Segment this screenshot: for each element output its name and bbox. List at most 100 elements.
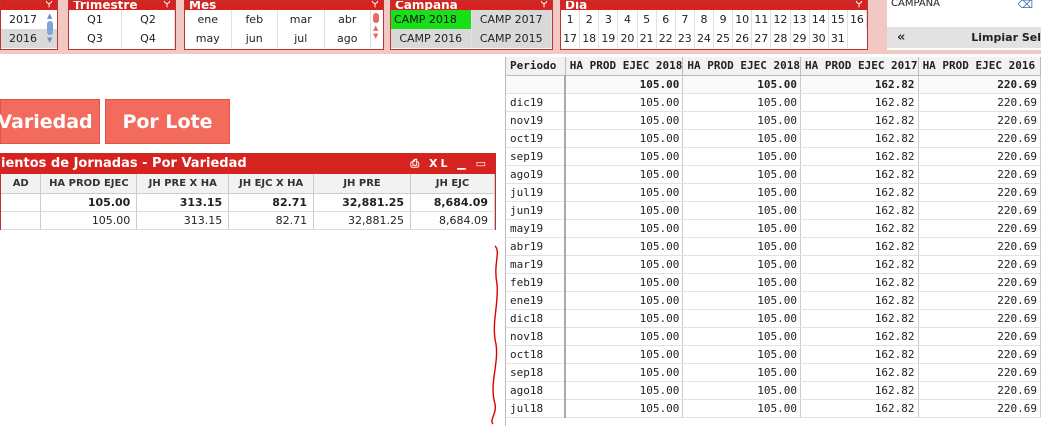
trimestre-option[interactable]: Q2 bbox=[122, 10, 175, 29]
clear-selection-label: Limpiar Sel bbox=[971, 31, 1041, 44]
table-cell: 105.00 bbox=[565, 201, 684, 220]
column-header[interactable]: JH EJC X HA bbox=[228, 174, 315, 194]
por-lote-button[interactable]: Por Lote bbox=[105, 99, 230, 144]
search-icon[interactable]: ⚲ bbox=[540, 1, 548, 8]
total-row: 105.00 105.00 162.82 220.69 bbox=[506, 75, 1041, 94]
dia-option[interactable]: 4 bbox=[618, 10, 638, 29]
dia-option[interactable]: 12 bbox=[771, 10, 791, 29]
dia-option[interactable]: 22 bbox=[657, 29, 676, 48]
mes-option[interactable]: ago bbox=[325, 29, 371, 48]
dia-option[interactable]: 20 bbox=[618, 29, 638, 48]
mes-option[interactable]: jul bbox=[278, 29, 325, 48]
year-scrollbar[interactable]: ▲ ▼ bbox=[47, 12, 53, 48]
dia-option[interactable]: 26 bbox=[733, 29, 753, 48]
dia-option[interactable]: 30 bbox=[810, 29, 829, 48]
table-cell: 220.69 bbox=[918, 75, 1041, 94]
search-icon[interactable]: ⚲ bbox=[163, 1, 171, 8]
column-header[interactable]: AD bbox=[1, 174, 42, 194]
periodo-cell: oct18 bbox=[506, 345, 567, 364]
column-header[interactable]: Periodo bbox=[506, 57, 566, 76]
table-cell: 220.69 bbox=[918, 165, 1041, 184]
dia-option[interactable]: 27 bbox=[752, 29, 772, 48]
periodo-table-panel: Periodo HA PROD EJEC 2018 HA PROD EJEC 201… bbox=[505, 57, 1041, 426]
mes-option[interactable]: mar bbox=[278, 10, 325, 29]
trimestre-option[interactable]: Q3 bbox=[69, 29, 122, 48]
panel-controls[interactable]: ⎙ XL ▁ ▭ bbox=[410, 154, 489, 174]
scroll-thumb[interactable] bbox=[373, 13, 379, 23]
campana-title: Campaña bbox=[395, 1, 458, 10]
dia-option[interactable]: 21 bbox=[638, 29, 657, 48]
campana-option[interactable]: CAMP 2016 bbox=[391, 29, 472, 48]
scroll-thumb[interactable] bbox=[47, 21, 53, 35]
mes-option[interactable]: jun bbox=[232, 29, 278, 48]
dia-option[interactable]: 28 bbox=[771, 29, 791, 48]
dia-option[interactable]: 3 bbox=[599, 10, 619, 29]
dia-option[interactable]: 2 bbox=[580, 10, 600, 29]
dia-option[interactable]: 13 bbox=[791, 10, 810, 29]
column-header[interactable]: HA PROD EJEC 2017 bbox=[800, 57, 919, 76]
table-cell: 105.00 bbox=[565, 237, 684, 256]
mes-option[interactable]: ene bbox=[185, 10, 232, 29]
table-cell bbox=[1, 211, 42, 230]
search-icon[interactable]: ⚲ bbox=[855, 1, 863, 8]
dia-option[interactable]: 31 bbox=[829, 29, 848, 48]
campana-option[interactable]: CAMP 2017 bbox=[471, 10, 552, 29]
scroll-up-icon[interactable]: ▲ bbox=[47, 12, 53, 20]
trimestre-option[interactable]: Q1 bbox=[69, 10, 122, 29]
mes-scrollbar[interactable]: ▲ ▼ bbox=[373, 12, 379, 48]
column-header[interactable]: HA PROD EJEC 2018 bbox=[682, 57, 801, 76]
search-icon[interactable]: ⚲ bbox=[45, 1, 53, 8]
campana-filter: Campaña ⚲ CAMP 2018 CAMP 2017 CAMP 2016 CAMP… bbox=[390, 0, 553, 50]
dia-option[interactable]: 9 bbox=[714, 10, 734, 29]
dia-option[interactable]: 6 bbox=[657, 10, 676, 29]
dia-option[interactable]: 19 bbox=[599, 29, 619, 48]
column-header[interactable]: HA PROD EJEC 2018 bbox=[565, 57, 684, 76]
dia-option[interactable]: 1 bbox=[561, 10, 581, 29]
mes-option[interactable]: feb bbox=[232, 10, 278, 29]
column-header[interactable]: JH PRE bbox=[313, 174, 412, 194]
dia-option[interactable]: 15 bbox=[829, 10, 848, 29]
dia-option[interactable]: 10 bbox=[733, 10, 753, 29]
clear-selection-button[interactable]: « Limpiar Sel bbox=[887, 27, 1041, 48]
campana-option[interactable]: CAMP 2018 bbox=[391, 10, 472, 29]
dia-option[interactable]: 29 bbox=[791, 29, 810, 48]
table-cell: 105.00 bbox=[565, 273, 684, 292]
dia-option[interactable]: 24 bbox=[695, 29, 714, 48]
mes-option[interactable]: may bbox=[185, 29, 232, 48]
trimestre-filter-header: Trimestre ⚲ bbox=[69, 1, 175, 10]
dia-option[interactable]: 14 bbox=[810, 10, 829, 29]
trimestre-option[interactable]: Q4 bbox=[122, 29, 175, 48]
table-cell: 162.82 bbox=[800, 327, 919, 346]
dia-option[interactable]: 18 bbox=[580, 29, 600, 48]
dia-option[interactable]: 25 bbox=[714, 29, 734, 48]
table-cell: 82.71 bbox=[228, 193, 315, 212]
scroll-up-icon[interactable]: ▲ bbox=[373, 24, 379, 32]
dia-option[interactable]: 23 bbox=[676, 29, 695, 48]
table-cell: 105.00 bbox=[565, 309, 684, 328]
column-header[interactable]: HA PROD EJEC 2016 bbox=[918, 57, 1041, 76]
variedad-button[interactable]: Variedad bbox=[0, 99, 100, 144]
mes-option[interactable]: abr bbox=[325, 10, 371, 29]
scroll-down-icon[interactable]: ▼ bbox=[47, 36, 53, 44]
dia-option[interactable]: 11 bbox=[752, 10, 772, 29]
dia-option[interactable]: 5 bbox=[638, 10, 657, 29]
search-icon[interactable]: ⚲ bbox=[371, 1, 379, 8]
column-header[interactable]: HA PROD EJEC bbox=[40, 174, 138, 194]
table-cell: 162.82 bbox=[800, 165, 919, 184]
dia-option[interactable]: 16 bbox=[848, 10, 867, 29]
dia-option[interactable]: 7 bbox=[676, 10, 695, 29]
table-cell: 32,881.25 bbox=[313, 193, 412, 212]
table-cell: 220.69 bbox=[918, 183, 1041, 202]
table-cell: 105.00 bbox=[682, 381, 801, 400]
dia-option[interactable]: 8 bbox=[695, 10, 714, 29]
dia-option[interactable]: 17 bbox=[561, 29, 581, 48]
table-cell: 162.82 bbox=[800, 111, 919, 130]
campana-option[interactable]: CAMP 2015 bbox=[471, 29, 552, 48]
column-header[interactable]: JH EJC bbox=[410, 174, 495, 194]
column-header[interactable]: JH PRE X HA bbox=[136, 174, 230, 194]
table-cell: 220.69 bbox=[918, 291, 1041, 310]
clear-field-icon[interactable]: ⌫ bbox=[1017, 0, 1033, 11]
table-cell: 220.69 bbox=[918, 147, 1041, 166]
back-arrow-icon[interactable]: « bbox=[887, 30, 915, 45]
scroll-down-icon[interactable]: ▼ bbox=[373, 32, 379, 40]
